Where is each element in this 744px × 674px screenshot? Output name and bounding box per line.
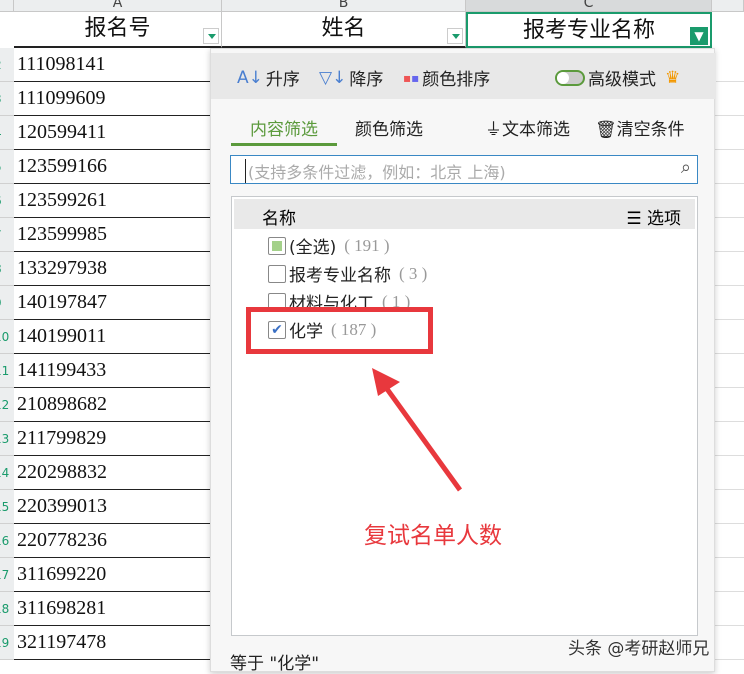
filter-dropdown-button[interactable] [447,28,463,44]
table-row[interactable]: 220778236 [14,524,210,558]
cell[interactable] [715,456,744,490]
toggle-switch[interactable] [555,69,585,86]
watermark: 头条 @考研赵师兄 [568,639,710,659]
table-row[interactable]: 123599261 [14,184,210,218]
table-row[interactable]: 111099609 [14,82,210,116]
sort-descending-button[interactable]: ▽↓ 降序 [319,65,383,91]
row-number[interactable]: 2 [0,48,14,82]
cell[interactable] [715,354,744,388]
advanced-mode-toggle[interactable]: 高级模式 ♛ [555,65,680,90]
header-label: 姓名 [321,16,366,41]
table-row[interactable]: 211799829 [14,422,210,456]
sort-desc-icon: ▽↓ [319,67,347,88]
cell[interactable] [715,150,744,184]
table-row[interactable]: 220298832 [14,456,210,490]
cell[interactable] [715,252,744,286]
color-sort-icon: ▪▪ [403,70,420,85]
cell[interactable] [715,490,744,524]
row-number[interactable]: 3 [0,82,14,116]
list-item[interactable]: 报考专业名称( 3 ) [268,261,427,286]
filter-active-icon[interactable]: ▼ [690,27,708,45]
row-number[interactable]: 11 [0,354,14,388]
menu-icon: ☰ [626,209,647,229]
table-row[interactable]: 111098141 [14,48,210,82]
header-label: 报考专业名称 [522,18,655,43]
header-cell-c[interactable]: 报考专业名称 ▼ [466,12,712,48]
select-all-corner[interactable] [0,0,14,12]
table-row[interactable]: 123599166 [14,150,210,184]
table-row[interactable]: 140199011 [14,320,210,354]
tab-content-filter[interactable]: 内容筛选 [231,115,337,146]
text-filter-icon: ⏚ [485,120,502,140]
row-number[interactable]: 6 [0,184,14,218]
cell[interactable] [715,422,744,456]
row-number[interactable]: 12 [0,388,14,422]
row-number[interactable]: 16 [0,524,14,558]
row-number[interactable]: 14 [0,456,14,490]
cell[interactable] [715,184,744,218]
sort-color-button[interactable]: ▪▪ 颜色排序 [403,65,490,90]
cell[interactable] [715,320,744,354]
annotation-arrow [372,368,463,492]
cell[interactable] [715,116,744,150]
cell[interactable] [715,48,744,82]
tab-color-filter[interactable]: 颜色筛选 [355,115,423,140]
row-number[interactable]: 15 [0,490,14,524]
column-header-b[interactable]: B [222,0,466,12]
header-cell-b[interactable]: 姓名 [222,12,466,48]
search-icon[interactable]: ⌕ [681,157,691,178]
filter-dropdown-button[interactable] [203,28,219,44]
table-row[interactable]: 311699220 [14,558,210,592]
sort-toolbar: A↓ 升序 ▽↓ 降序 ▪▪ 颜色排序 高级模式 ♛ [211,53,716,99]
table-row[interactable]: 120599411 [14,116,210,150]
cell[interactable] [715,592,744,626]
cell[interactable] [715,286,744,320]
row-number[interactable]: 13 [0,422,14,456]
table-row[interactable]: 141199433 [14,354,210,388]
table-row[interactable]: 321197478 [14,626,210,660]
column-header-d[interactable] [712,0,744,12]
sort-ascending-button[interactable]: A↓ 升序 [237,65,300,91]
filter-search-input[interactable]: (支持多条件过滤，例如：北京 上海) ⌕ [230,155,698,184]
clear-conditions-button[interactable]: 🗑清空条件 [595,115,685,140]
cell[interactable] [715,218,744,252]
header-cell-a[interactable]: 报名号 [14,12,222,48]
crown-icon: ♛ [665,67,681,88]
row-number[interactable]: 9 [0,286,14,320]
cell[interactable] [715,626,744,660]
row-number[interactable]: 17 [0,558,14,592]
row-number[interactable]: 7 [0,218,14,252]
sort-asc-icon: A↓ [237,67,263,88]
checkbox-partial[interactable] [268,236,286,255]
cell[interactable] [715,388,744,422]
column-header-a[interactable]: A [14,0,222,12]
cell[interactable] [715,82,744,116]
row-number[interactable]: 10 [0,320,14,354]
row-number[interactable]: 5 [0,150,14,184]
table-row[interactable]: 140197847 [14,286,210,320]
options-button[interactable]: ☰ 选项 [626,204,681,229]
row-number[interactable]: 4 [0,116,14,150]
row-number[interactable]: 19 [0,626,14,660]
checkbox[interactable] [268,264,286,283]
table-row[interactable]: 133297938 [14,252,210,286]
cell[interactable] [715,524,744,558]
row-number[interactable]: 18 [0,592,14,626]
text-filter-button[interactable]: ⏚文本筛选 [485,115,570,140]
list-item-select-all[interactable]: (全选)( 191 ) [268,233,390,258]
trash-icon: 🗑 [595,120,617,140]
table-row[interactable]: 210898682 [14,388,210,422]
table-row[interactable]: 220399013 [14,490,210,524]
row-number[interactable]: 8 [0,252,14,286]
table-row[interactable]: 123599985 [14,218,210,252]
column-header-c[interactable]: C [466,0,712,12]
list-header: 名称 ☰ 选项 [234,199,695,229]
table-row[interactable]: 311698281 [14,592,210,626]
annotation-label: 复试名单人数 [364,523,502,549]
header-label: 报名号 [84,16,151,41]
filter-condition-summary: 等于 "化学" [230,654,320,674]
highlight-box [246,307,433,354]
cell[interactable] [715,558,744,592]
